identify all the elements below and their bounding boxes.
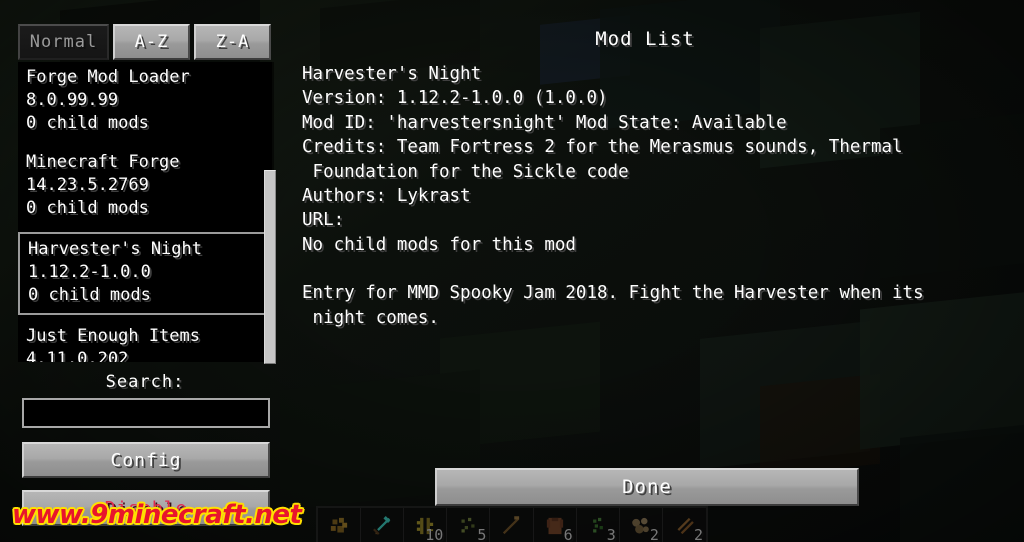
disable-button[interactable]: Disable <box>22 490 270 526</box>
detail-description-1: Entry for MMD Spooky Jam 2018. Fight the… <box>302 283 924 304</box>
detail-mod-id-state: Mod ID: 'harvestersnight' Mod State: Ava… <box>302 112 787 133</box>
mod-name: Forge Mod Loader <box>26 67 190 87</box>
page-title: Mod List <box>595 28 695 50</box>
hotbar-slot-count: 10 <box>425 526 444 542</box>
detail-version: Version: 1.12.2-1.0.0 (1.0.0) <box>302 88 608 109</box>
detail-mod-name: Harvester's Night <box>302 64 482 84</box>
sort-button-z-a-label: Z-A <box>215 32 250 52</box>
search-label: Search: <box>105 372 185 392</box>
player-hotbar[interactable]: 10 5 6 3 2 2 <box>316 506 708 542</box>
mod-name: Minecraft Forge <box>26 152 180 172</box>
mod-name: Harvester's Night <box>28 239 202 259</box>
hotbar-slot[interactable]: 2 <box>620 508 663 542</box>
hotbar-slot-count: 2 <box>693 526 703 542</box>
hotbar-slot[interactable]: 5 <box>447 508 491 542</box>
detail-url: URL: <box>302 210 345 231</box>
list-item-selected[interactable]: Harvester's Night 1.12.2-1.0.0 0 child m… <box>18 232 272 315</box>
hotbar-slot[interactable] <box>318 508 362 542</box>
list-item[interactable]: Minecraft Forge 14.23.5.2769 0 child mod… <box>18 147 272 226</box>
list-item[interactable]: Forge Mod Loader 8.0.99.99 0 child mods <box>18 62 272 141</box>
mod-version: 1.12.2-1.0.0 <box>28 262 151 282</box>
wooden-tool-icon <box>503 516 520 535</box>
hotbar-slot[interactable] <box>361 508 405 542</box>
detail-spacer <box>288 257 1000 281</box>
mod-list-panel[interactable]: Forge Mod Loader 8.0.99.99 0 child mods … <box>18 62 272 362</box>
detail-credits-1: Credits: Team Fortress 2 for the Merasmu… <box>302 137 903 158</box>
mod-child-count: 0 child mods <box>26 113 149 133</box>
detail-child-mods: No child mods for this mod <box>302 234 576 255</box>
mod-list-scrollbar-thumb[interactable] <box>264 170 276 364</box>
mod-child-count: 0 child mods <box>26 198 149 218</box>
hotbar-slot-count: 5 <box>477 526 487 542</box>
minecraft-mod-list-screen: Normal A-Z Z-A Forge Mod Loader 8.0.99.9… <box>0 0 1024 542</box>
sort-button-a-z-label: A-Z <box>134 32 169 52</box>
hotbar-slot[interactable]: 6 <box>534 508 577 542</box>
detail-credits-2: Foundation for the Sickle code <box>302 161 629 182</box>
done-button[interactable]: Done <box>435 468 859 506</box>
config-button-label: Config <box>110 449 182 471</box>
mod-version: 4.11.0.202 <box>26 349 129 362</box>
hotbar-slot-count: 2 <box>649 526 659 542</box>
mod-child-count: 0 child mods <box>28 285 151 305</box>
sort-button-normal-label: Normal <box>29 32 98 52</box>
diamond-sword-icon <box>373 516 391 535</box>
list-item[interactable]: Just Enough Items 4.11.0.202 0 child mod… <box>18 321 272 362</box>
sort-button-z-a[interactable]: Z-A <box>194 24 271 60</box>
mod-version: 14.23.5.2769 <box>26 175 149 195</box>
mod-name: Just Enough Items <box>26 326 200 346</box>
hotbar-slot[interactable]: 10 <box>404 508 448 542</box>
hotbar-slot-count: 3 <box>606 526 616 542</box>
sort-button-a-z[interactable]: A-Z <box>113 24 190 60</box>
config-button[interactable]: Config <box>22 442 270 478</box>
mod-version: 8.0.99.99 <box>26 90 119 110</box>
disable-button-label: Disable <box>104 497 188 519</box>
gold-nugget-cluster-icon <box>330 517 348 533</box>
search-input[interactable] <box>22 398 270 428</box>
mod-detail-panel: Harvester's Night Version: 1.12.2-1.0.0 … <box>288 62 1000 452</box>
hotbar-slot[interactable]: 2 <box>663 508 706 542</box>
hotbar-slot[interactable] <box>490 508 534 542</box>
hotbar-slot-count: 6 <box>563 526 573 542</box>
sort-button-normal[interactable]: Normal <box>18 24 109 60</box>
hotbar-slot[interactable]: 3 <box>577 508 620 542</box>
detail-authors: Authors: Lykrast <box>302 186 471 207</box>
detail-description-2: night comes. <box>302 307 439 328</box>
done-button-label: Done <box>622 476 672 498</box>
